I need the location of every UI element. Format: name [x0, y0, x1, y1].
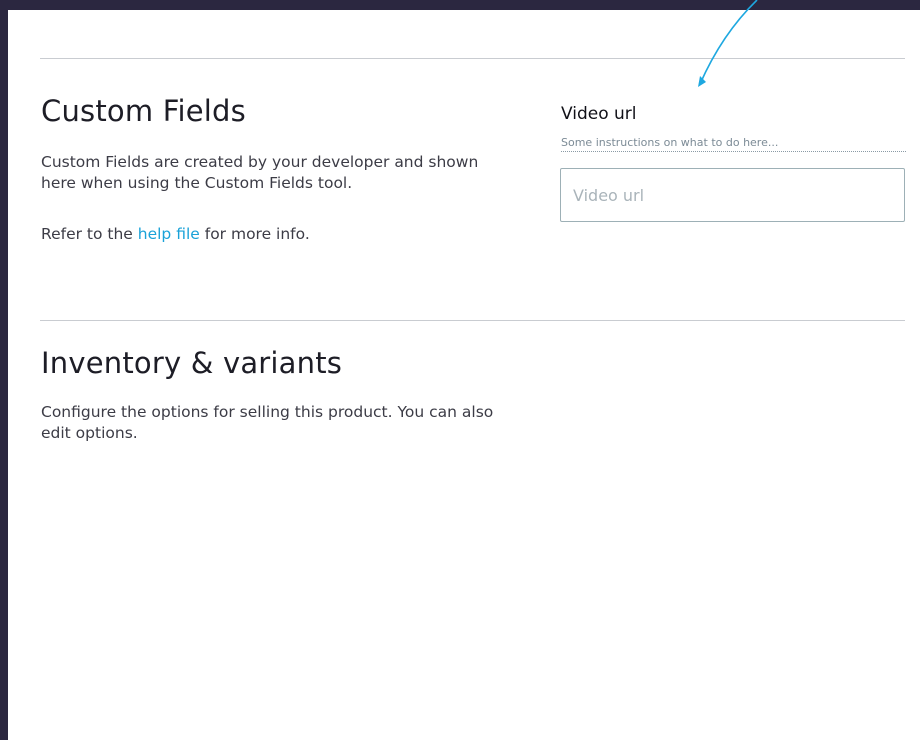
inventory-description: Configure the options for selling this p… [41, 403, 494, 442]
custom-fields-title: Custom Fields [41, 94, 246, 128]
custom-fields-description: Custom Fields are created by your develo… [41, 153, 479, 192]
video-url-instructions: Some instructions on what to do here... [561, 136, 906, 152]
section-divider-top [40, 58, 905, 59]
help-text-prefix: Refer to the [41, 225, 138, 243]
video-url-input[interactable] [560, 168, 905, 222]
inventory-title: Inventory & variants [41, 346, 343, 380]
section-divider-inventory [40, 320, 905, 321]
help-text: Refer to the help file for more info. [41, 225, 310, 243]
help-text-suffix: for more info. [199, 225, 310, 243]
help-file-link[interactable]: help file [138, 225, 200, 243]
video-url-label: Video url [561, 104, 637, 124]
content-panel: Custom Fields Custom Fields are created … [8, 10, 920, 740]
